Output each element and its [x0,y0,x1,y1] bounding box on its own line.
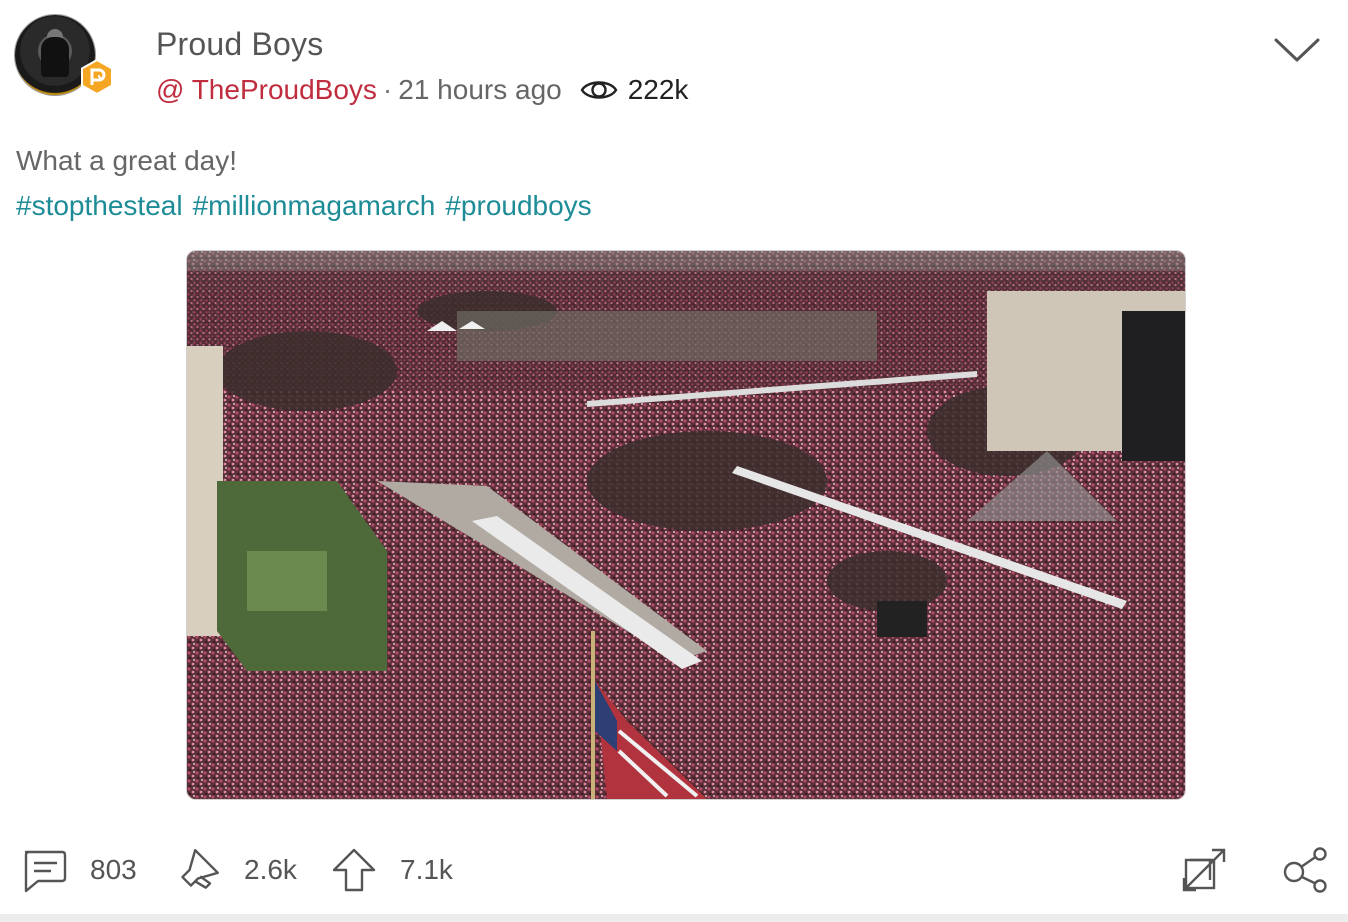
post-actions: 803 2.6k 7.1k [0,830,1348,910]
echo-button[interactable]: 2.6k [174,830,297,910]
view-count: 222k [627,74,689,105]
card-divider [0,914,1348,922]
expand-button[interactable] [1180,830,1228,910]
echo-count: 2.6k [244,854,297,885]
hashtag-list: #stopthesteal #millionmagamarch #proudbo… [16,190,592,222]
meta-separator: · [382,74,393,105]
arrow-up-icon [332,848,376,892]
post-meta: @ TheProudBoys · 21 hours ago 222k [156,72,688,108]
eye-icon [580,81,618,99]
post-card: Proud Boys @ TheProudBoys · 21 hours ago… [0,0,1348,922]
megaphone-icon [181,849,219,889]
share-button[interactable] [1282,830,1330,910]
author-avatar[interactable] [15,15,115,99]
hashtag-link[interactable]: #proudboys [445,190,591,222]
hashtag-link[interactable]: #stopthesteal [16,190,183,222]
post-text: What a great day! [16,145,238,176]
post-image[interactable] [186,250,1186,800]
comment-icon [24,850,67,893]
post-timestamp: 21 hours ago [398,74,562,105]
upvote-count: 7.1k [400,854,453,885]
author-name[interactable]: Proud Boys [156,26,323,63]
hashtag-link[interactable]: #millionmagamarch [193,190,436,222]
parler-badge-icon [81,59,113,95]
expand-icon [1182,848,1226,892]
comment-button[interactable]: 803 [20,830,137,910]
crowd-aerial-photo [187,251,1185,799]
upvote-button[interactable]: 7.1k [330,830,453,910]
chevron-down-icon[interactable] [1272,32,1322,66]
author-handle[interactable]: @ TheProudBoys [156,74,377,106]
share-icon [1283,847,1327,893]
comment-count: 803 [90,854,137,885]
